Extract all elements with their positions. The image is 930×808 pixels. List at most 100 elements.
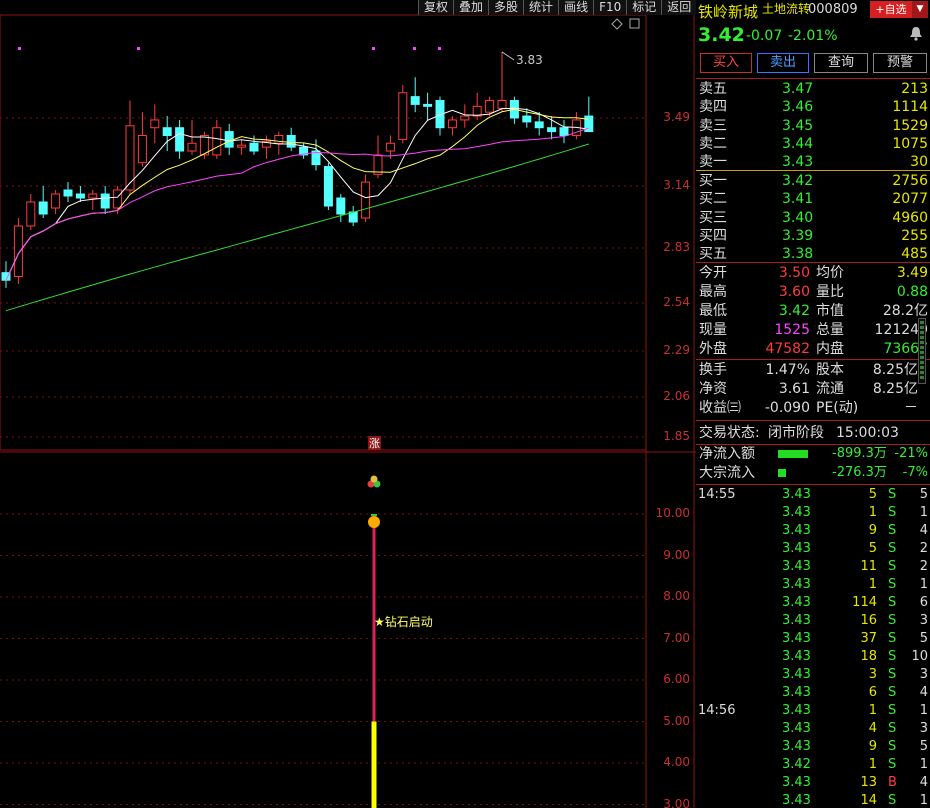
flow-row: 净流入额 -899.3万 -21% <box>696 445 930 463</box>
tick-price: 3.43 <box>782 523 811 538</box>
scrollbar[interactable] <box>918 318 926 384</box>
tick-side: S <box>888 541 897 556</box>
level-volume: 1114 <box>892 99 928 116</box>
tick-price: 3.43 <box>782 577 811 592</box>
tick-side: S <box>888 577 897 592</box>
tick-price: 3.43 <box>782 631 811 646</box>
candle <box>460 104 470 128</box>
tick-row: 3.43 1 S 1 <box>696 576 930 594</box>
stat-label: 市值 <box>816 303 844 319</box>
level-price: 3.47 <box>782 81 814 97</box>
stat-value: -0.090 <box>764 400 810 416</box>
price-tick-label: 1.85 <box>663 429 690 443</box>
tick-volume: 5 <box>868 487 877 502</box>
tick-price: 3.43 <box>782 541 811 556</box>
stat-value: 0.88 <box>896 284 928 300</box>
tick-price: 3.43 <box>782 775 811 790</box>
toolbar-btn-4[interactable]: 画线 <box>558 0 594 15</box>
stat-label: 换手 <box>699 362 727 378</box>
tick-side: S <box>888 631 897 646</box>
query-button[interactable]: 查询 <box>814 53 868 73</box>
stat-label: 均价 <box>816 265 844 281</box>
indicator-tick-label: 7.00 <box>663 630 690 645</box>
trade-status: 闭市阶段 <box>768 425 824 441</box>
candle <box>323 162 333 210</box>
stat-row: 换手 1.47% 股本 8.25亿 <box>696 361 930 379</box>
level-price: 3.43 <box>782 154 814 171</box>
level-price: 3.46 <box>782 99 814 116</box>
bell-icon[interactable] <box>908 25 924 41</box>
tick-volume: 1 <box>868 757 877 772</box>
add-watchlist-button[interactable]: +自选 <box>870 1 912 18</box>
candle <box>571 112 581 140</box>
diamond-icon <box>611 18 623 30</box>
level-volume: 2756 <box>892 173 928 189</box>
high-pointer <box>501 51 515 61</box>
stat-label: PE(动) <box>816 400 859 416</box>
tick-row: 3.43 37 S 5 <box>696 630 930 648</box>
level-label: 卖二 <box>699 135 727 152</box>
stat-value: 3.42 <box>778 303 810 319</box>
candle <box>26 194 36 230</box>
toolbar-btn-7[interactable]: 返回 <box>661 0 697 15</box>
candle <box>224 123 234 155</box>
buy-button[interactable]: 买入 <box>700 53 752 73</box>
price-change-pct: -2.01% <box>788 28 838 44</box>
toolbar-btn-2[interactable]: 多股 <box>488 0 524 15</box>
candle <box>286 127 296 152</box>
trade-status-row: 交易状态: 闭市阶段 15:00:03 <box>696 424 930 442</box>
tick-row: 3.43 16 S 3 <box>696 612 930 630</box>
indicator-tick-label: 9.00 <box>663 547 690 562</box>
candle <box>584 96 594 133</box>
tick-volume: 9 <box>868 739 877 754</box>
tick-row: 3.43 6 S 4 <box>696 684 930 702</box>
alert-button[interactable]: 预警 <box>873 53 927 73</box>
tick-row: 3.43 114 S 6 <box>696 594 930 612</box>
trade-time: 15:00:03 <box>836 425 899 441</box>
level-label: 买五 <box>699 246 727 263</box>
level-volume: 485 <box>901 246 928 263</box>
sell-button[interactable]: 卖出 <box>757 53 809 73</box>
flow-value: -276.3万 <box>832 465 887 480</box>
toolbar-btn-5[interactable]: F10 <box>593 0 627 15</box>
stat-label: 总量 <box>816 322 844 338</box>
tick-side: S <box>888 793 897 808</box>
candle <box>361 174 371 222</box>
flow-label: 净流入额 <box>699 446 755 462</box>
candle <box>410 77 420 113</box>
level-volume: 30 <box>910 154 928 171</box>
level-label: 买二 <box>699 191 727 208</box>
tick-count: 5 <box>919 631 928 646</box>
flow-label: 大宗流入 <box>699 465 755 481</box>
tick-volume: 1 <box>868 703 877 718</box>
level-volume: 4960 <box>892 209 928 226</box>
concept-tag[interactable]: 土地流转 <box>762 0 810 17</box>
level-volume: 1529 <box>892 117 928 134</box>
tick-row: 3.43 18 S 10 <box>696 648 930 666</box>
level-label: 卖四 <box>699 99 727 116</box>
tick-volume: 6 <box>868 685 877 700</box>
toolbar-btn-0[interactable]: 复权 <box>418 0 454 15</box>
kline-chart[interactable]: 3.83 涨 ★钻石启动 <box>0 0 696 808</box>
tick-volume: 3 <box>868 667 877 682</box>
stat-row: 今开 3.50 均价 3.49 <box>696 264 930 282</box>
stat-label: 今开 <box>699 265 727 281</box>
stat-row: 外盘 47582 内盘 73667 <box>696 340 930 358</box>
tick-volume: 37 <box>860 631 877 646</box>
stat-label: 最低 <box>699 303 727 319</box>
restore-icon <box>629 18 640 29</box>
toolbar-btn-1[interactable]: 叠加 <box>453 0 489 15</box>
level-price: 3.44 <box>782 135 814 152</box>
level-label: 卖一 <box>699 154 727 171</box>
tick-side: S <box>888 667 897 682</box>
tick-volume: 9 <box>868 523 877 538</box>
toolbar-btn-6[interactable]: 标记 <box>626 0 662 15</box>
chevron-down-icon[interactable]: ▼ <box>912 1 928 18</box>
price-tick-label: 3.14 <box>663 178 690 192</box>
tick-count: 6 <box>919 595 928 610</box>
tick-count: 2 <box>919 541 928 556</box>
tick-volume: 14 <box>860 793 877 808</box>
level-price: 3.38 <box>782 246 814 263</box>
toolbar-btn-3[interactable]: 统计 <box>523 0 559 15</box>
level-price: 3.42 <box>782 173 814 189</box>
